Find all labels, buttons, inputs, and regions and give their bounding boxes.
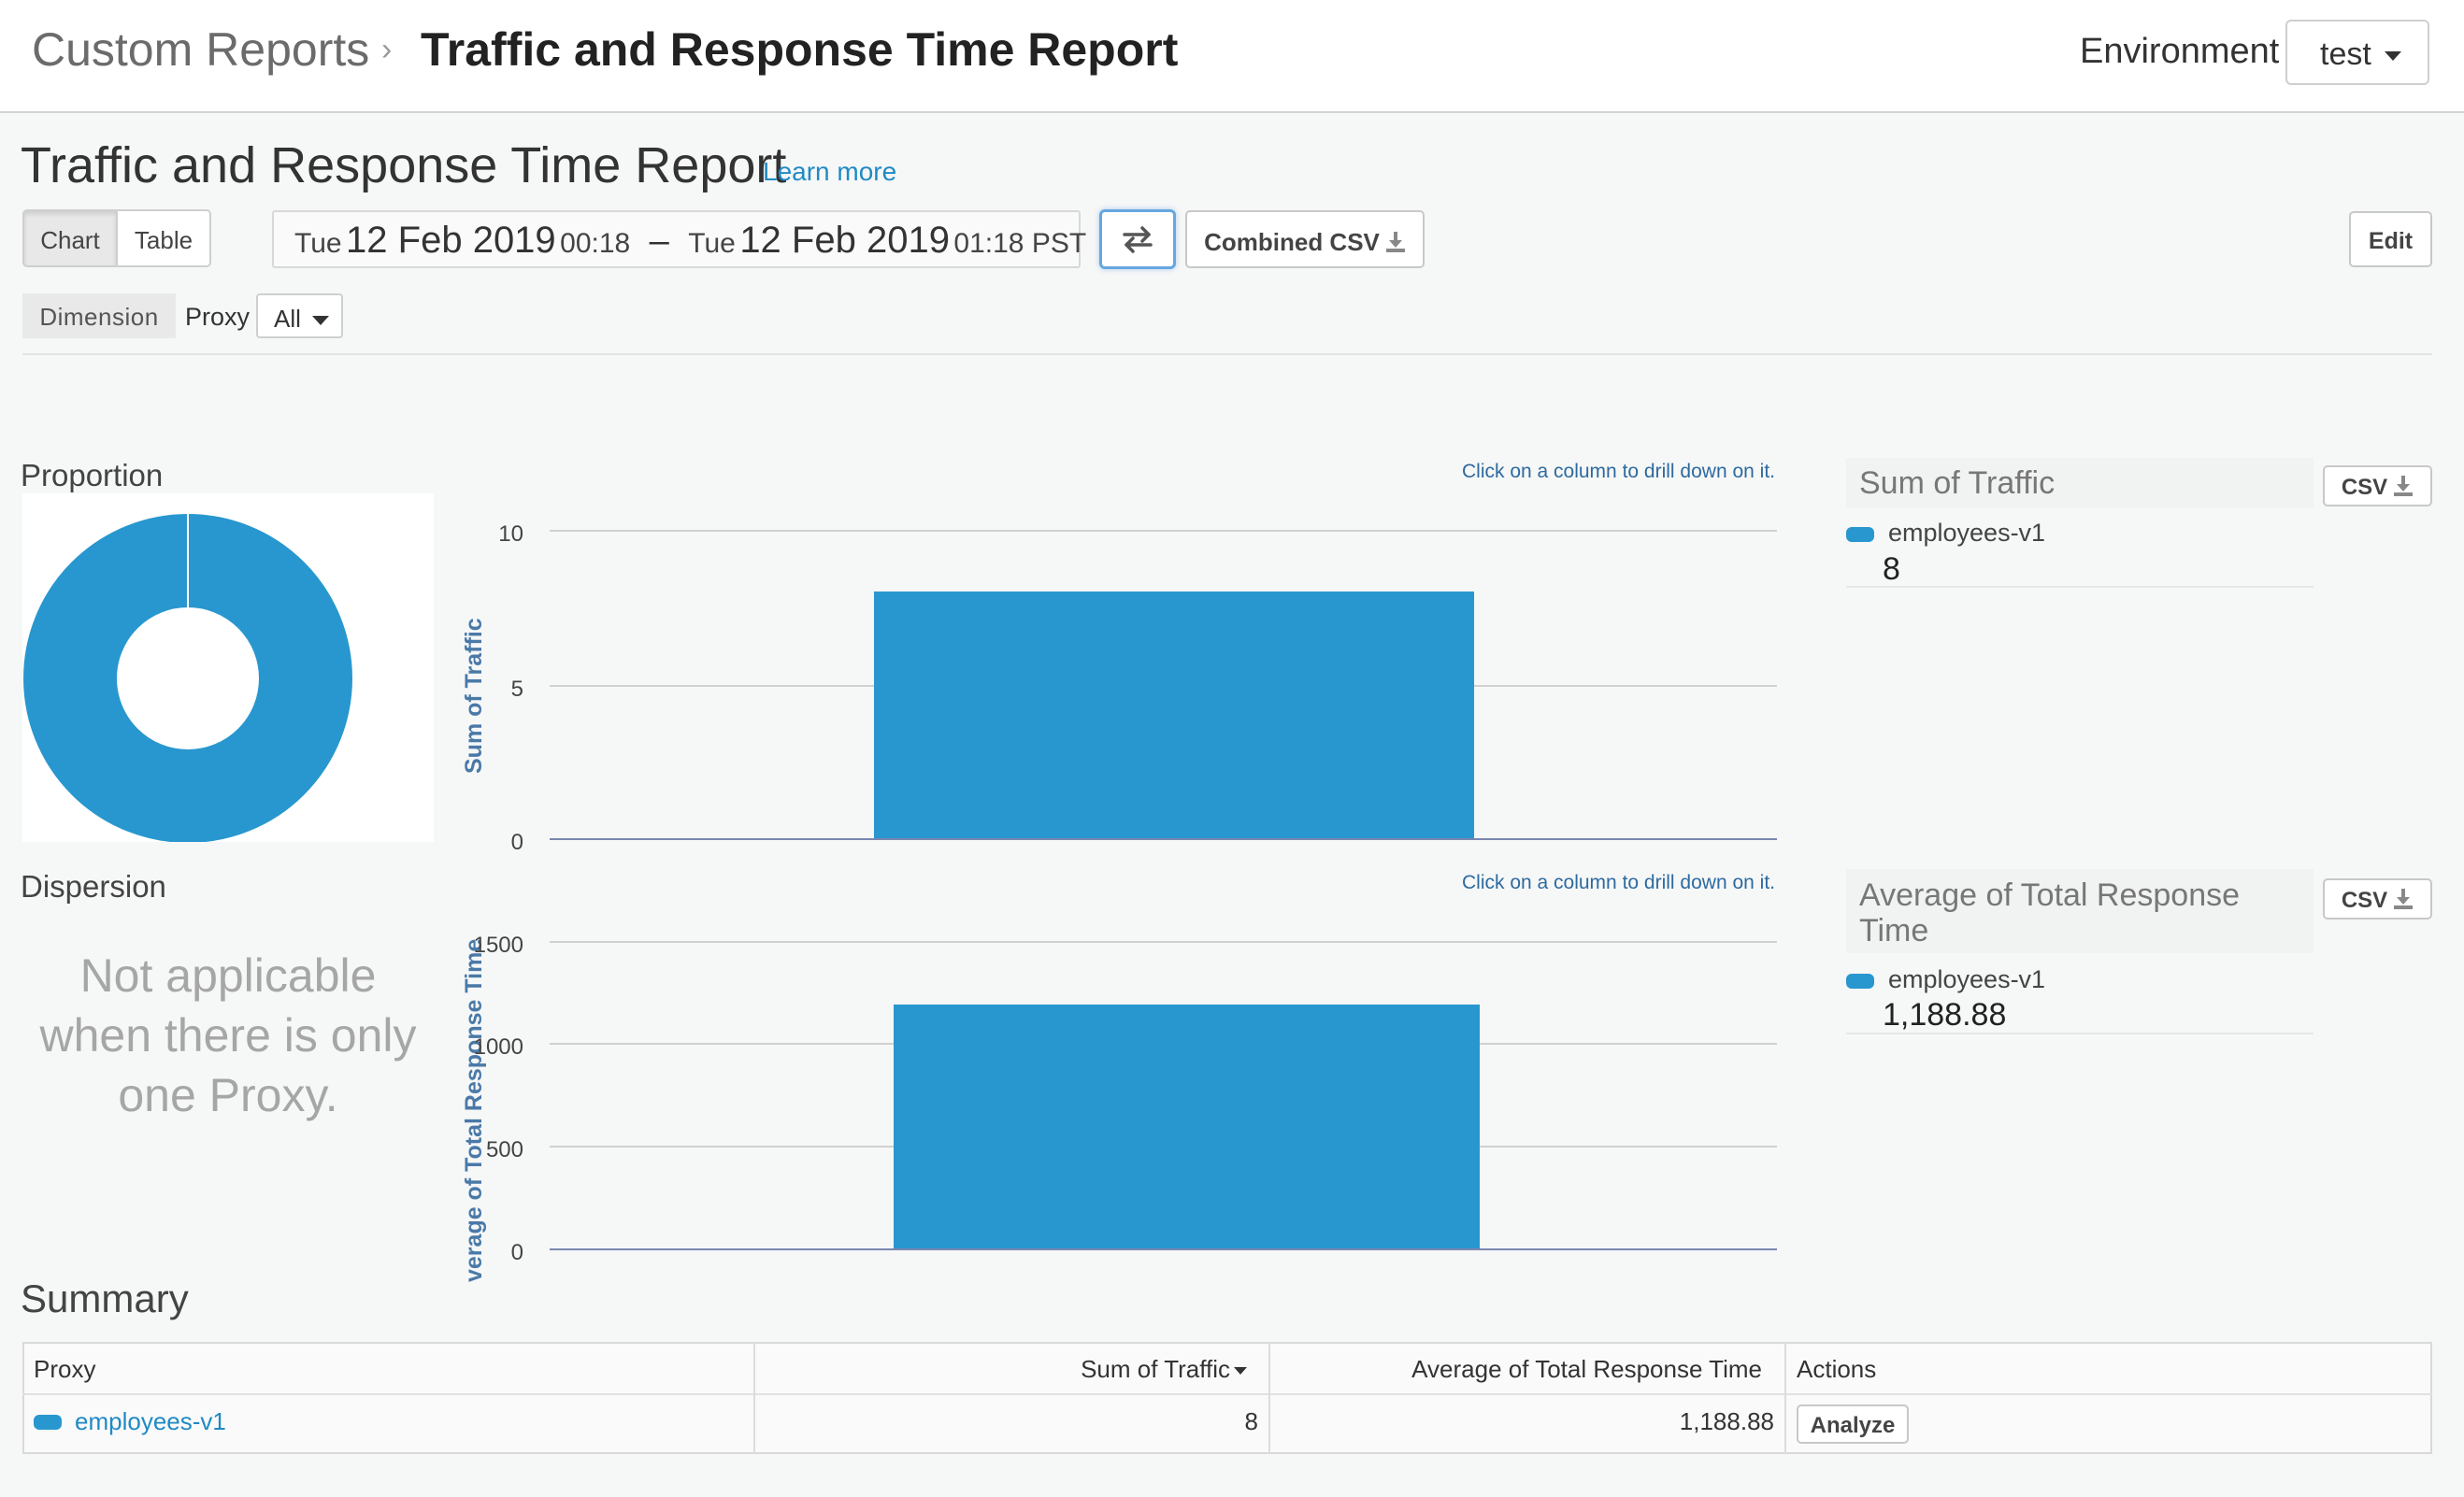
response-tick-label: 1000 <box>473 1034 523 1060</box>
date-range-picker[interactable]: Tue 12 Feb 2019 00:18 – Tue 12 Feb 2019 … <box>272 210 1086 268</box>
end-day: Tue <box>688 228 736 259</box>
row-traffic-value: 8 <box>1244 1407 1258 1435</box>
traffic-tick-label: 0 <box>510 830 523 855</box>
legend-swatch <box>1846 527 1874 542</box>
response-csv-label: CSV <box>2341 888 2388 913</box>
traffic-csv-label: CSV <box>2341 475 2388 500</box>
tab-chart[interactable]: Chart <box>22 209 118 267</box>
start-time: 00:18 <box>560 228 631 259</box>
legend-divider <box>1846 1033 2314 1034</box>
filter-divider <box>22 353 2432 355</box>
response-chart: 1500 1000 500 0 <box>449 878 1804 1271</box>
column-header-proxy[interactable]: Proxy <box>34 1355 95 1384</box>
breadcrumb-current: Traffic and Response Time Report <box>421 23 1179 76</box>
breadcrumb-separator-icon: › <box>381 32 393 67</box>
traffic-x-axis <box>550 838 1777 840</box>
response-csv-button[interactable]: CSV <box>2323 878 2432 920</box>
response-legend-series[interactable]: employees-v1 <box>1888 965 2045 994</box>
start-day: Tue <box>294 228 342 259</box>
download-icon <box>2394 889 2414 909</box>
combined-csv-label: Combined CSV <box>1204 228 1380 256</box>
end-date: 12 Feb 2019 <box>739 220 950 261</box>
tab-table[interactable]: Table <box>116 209 211 267</box>
learn-more-link[interactable]: Learn more <box>763 157 896 187</box>
response-legend-value: 1,188.88 <box>1883 997 2007 1033</box>
swap-arrows-icon <box>1123 226 1153 253</box>
end-time: 01:18 PST <box>953 228 1087 259</box>
column-header-actions: Actions <box>1797 1355 1877 1383</box>
edit-button[interactable]: Edit <box>2349 211 2432 267</box>
range-dash: – <box>649 221 669 261</box>
traffic-legend-value: 8 <box>1883 551 1900 587</box>
analyze-button[interactable]: Analyze <box>1797 1404 1909 1444</box>
proxy-filter-label: Proxy <box>185 303 251 331</box>
dispersion-message: Not applicable when there is only one Pr… <box>39 949 417 1121</box>
traffic-legend-title: Sum of Traffic <box>1859 465 2056 501</box>
legend-divider <box>1846 586 2314 588</box>
environment-label: Environment <box>2080 32 2280 71</box>
proportion-chart <box>22 493 434 843</box>
environment-value: test <box>2320 36 2371 72</box>
traffic-tick-label: 10 <box>498 521 523 547</box>
traffic-chart: 10 5 0 <box>449 467 1804 860</box>
download-icon <box>2394 476 2414 496</box>
swap-button[interactable] <box>1099 209 1176 269</box>
response-x-axis <box>550 1248 1777 1250</box>
proxy-filter-value: All <box>274 305 301 333</box>
response-tick-label: 1500 <box>473 933 523 958</box>
summary-title: Summary <box>21 1276 189 1320</box>
response-bar-employees-v1[interactable] <box>894 1005 1480 1248</box>
chevron-down-icon <box>311 316 329 326</box>
chevron-down-icon <box>2384 51 2401 62</box>
proxy-filter-select[interactable]: All <box>256 293 343 338</box>
download-icon <box>1385 232 1405 252</box>
environment-select[interactable]: test <box>2285 20 2429 85</box>
proportion-title: Proportion <box>21 458 164 492</box>
response-tick-label: 0 <box>510 1240 523 1265</box>
sort-desc-icon <box>1234 1367 1247 1376</box>
traffic-gridline <box>550 530 1777 532</box>
traffic-bar-employees-v1[interactable] <box>874 592 1474 838</box>
page-title: Traffic and Response Time Report <box>21 137 787 193</box>
response-legend-title: Average of Total Response Time <box>1859 877 2241 948</box>
column-header-traffic-label: Sum of Traffic <box>1081 1355 1230 1383</box>
response-tick-label: 500 <box>485 1137 523 1162</box>
traffic-tick-label: 5 <box>510 677 523 702</box>
breadcrumb-parent[interactable]: Custom Reports <box>32 22 369 77</box>
row-proxy-link[interactable]: employees-v1 <box>75 1407 226 1436</box>
traffic-legend-series[interactable]: employees-v1 <box>1888 519 2045 548</box>
legend-swatch <box>1846 974 1874 989</box>
legend-swatch <box>34 1415 62 1430</box>
dimension-tag: Dimension <box>22 293 176 338</box>
response-gridline <box>550 941 1777 943</box>
traffic-csv-button[interactable]: CSV <box>2323 465 2432 506</box>
column-header-traffic[interactable]: Sum of Traffic <box>935 1355 1247 1384</box>
dispersion-title: Dispersion <box>21 869 166 904</box>
start-date: 12 Feb 2019 <box>346 220 556 261</box>
combined-csv-button[interactable]: Combined CSV <box>1185 210 1425 268</box>
row-response-value: 1,188.88 <box>1679 1407 1774 1435</box>
column-header-response[interactable]: Average of Total Response Time <box>1290 1355 1762 1384</box>
